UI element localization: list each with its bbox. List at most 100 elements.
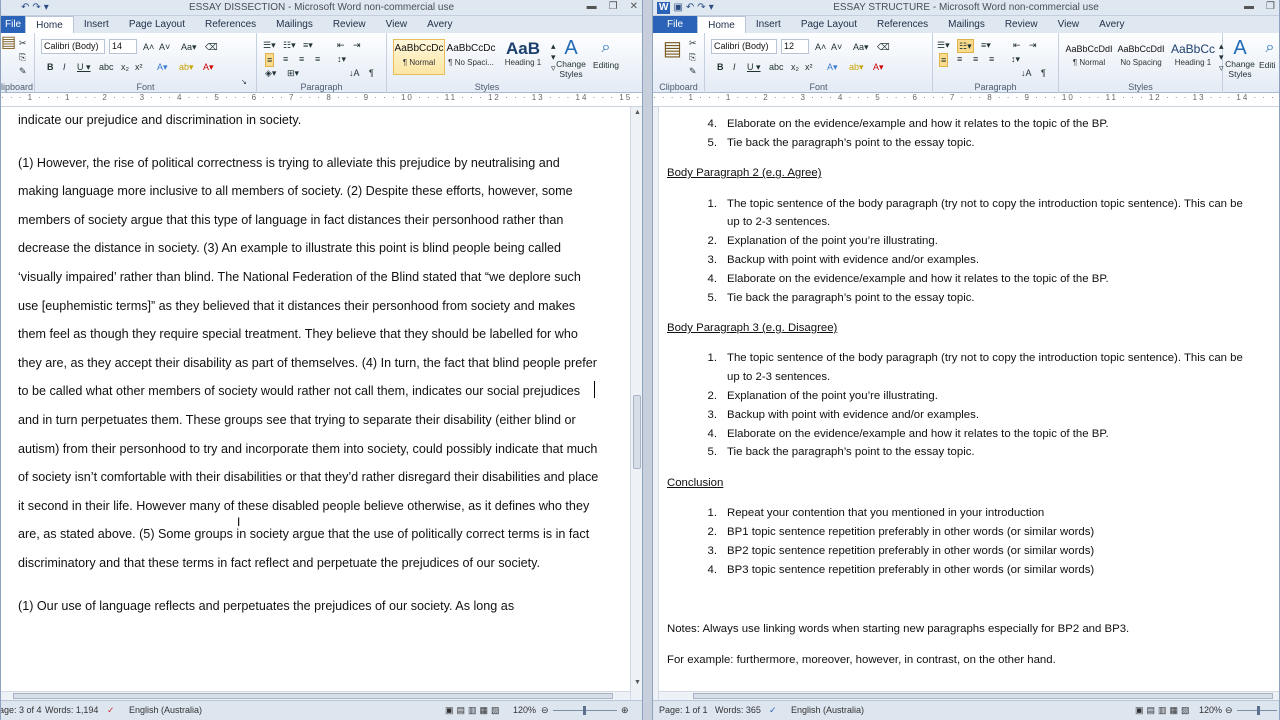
vertical-scrollbar[interactable]: ▲ ▼ [630, 107, 642, 700]
minimize-icon[interactable]: ▬ [1244, 1, 1254, 13]
shrink-font-icon[interactable]: A˅ [831, 41, 842, 53]
tab-mailings[interactable]: Mailings [938, 16, 995, 33]
multilevel-list-icon[interactable]: ≡▾ [303, 39, 313, 51]
change-case-icon[interactable]: Aa▾ [853, 41, 869, 53]
bullets-icon[interactable]: ☰▾ [937, 39, 950, 51]
text-effects-icon[interactable]: A▾ [827, 61, 838, 73]
minimize-icon[interactable]: ▬ [587, 1, 597, 13]
copy-icon[interactable]: ⎘ [689, 51, 696, 63]
font-color-icon[interactable]: A▾ [873, 61, 884, 73]
justify-icon[interactable]: ≡ [315, 53, 320, 65]
font-color-icon[interactable]: A▾ [203, 61, 214, 73]
increase-indent-icon[interactable]: ⇥ [353, 39, 361, 51]
increase-indent-icon[interactable]: ⇥ [1029, 39, 1037, 51]
tab-page-layout[interactable]: Page Layout [791, 16, 867, 33]
sort-icon[interactable]: ↓A [1021, 67, 1032, 79]
zoom-out-icon[interactable]: ⊖ [541, 705, 549, 716]
zoom-level[interactable]: 120% [1199, 705, 1222, 715]
change-case-icon[interactable]: Aa▾ [181, 41, 197, 53]
subscript-icon[interactable]: x₂ [791, 61, 799, 73]
style-heading-1[interactable]: AaB Heading 1 [497, 39, 549, 75]
bullets-icon[interactable]: ☰▾ [263, 39, 276, 51]
proofing-icon[interactable]: ✓ [107, 705, 115, 716]
align-right-icon[interactable]: ≡ [299, 53, 304, 65]
tab-review[interactable]: Review [323, 16, 376, 33]
italic-icon[interactable]: I [63, 61, 66, 73]
italic-icon[interactable]: I [733, 61, 736, 73]
grow-font-icon[interactable]: A˄ [815, 41, 826, 53]
cut-icon[interactable]: ✂ [689, 37, 697, 49]
align-center-icon[interactable]: ≡ [283, 53, 288, 65]
underline-icon[interactable]: U ▾ [77, 61, 91, 73]
zoom-in-icon[interactable]: ⊕ [621, 705, 629, 716]
font-name-select[interactable]: Calibri (Body) [711, 39, 777, 54]
align-left-icon[interactable]: ≡ [265, 53, 275, 67]
document-area[interactable]: 4. Elaborate on the evidence/example and … [659, 107, 1279, 700]
editing-button[interactable]: ⌕ Editi [1259, 37, 1279, 71]
tab-avery[interactable]: Avery [417, 16, 462, 33]
zoom-level[interactable]: 120% [513, 705, 536, 715]
borders-icon[interactable]: ⊞▾ [287, 67, 299, 79]
tab-mailings[interactable]: Mailings [266, 16, 323, 33]
pilcrow-icon[interactable]: ¶ [1041, 67, 1046, 79]
tab-references[interactable]: References [867, 16, 938, 33]
style-no-spacing[interactable]: AaBbCcDdI No Spacing [1115, 39, 1167, 75]
superscript-icon[interactable]: x² [805, 61, 813, 73]
horizontal-scrollbar[interactable] [1, 691, 630, 700]
tab-view[interactable]: View [1048, 16, 1090, 33]
pilcrow-icon[interactable]: ¶ [369, 67, 374, 79]
bold-icon[interactable]: B [47, 61, 54, 73]
tab-home[interactable]: Home [25, 16, 74, 33]
scroll-thumb[interactable] [633, 395, 641, 469]
paste-icon[interactable]: ▤ [1, 35, 16, 51]
cut-icon[interactable]: ✂ [19, 37, 27, 49]
multilevel-list-icon[interactable]: ≡▾ [981, 39, 991, 51]
horizontal-ruler[interactable]: · · · 1 · · · 1 · · · 2 · · · 3 · · · 4 … [1, 93, 642, 107]
font-size-select[interactable]: 12 [781, 39, 809, 54]
view-buttons[interactable]: ▣▤▥▦▧ [445, 705, 503, 716]
proofing-icon[interactable]: ✓ [769, 705, 777, 716]
copy-icon[interactable]: ⎘ [19, 51, 26, 63]
scroll-up-icon[interactable]: ▲ [631, 109, 642, 116]
horizontal-ruler[interactable]: · · · · 1 · · · 1 · · · 2 · · · 3 · · · … [653, 93, 1279, 107]
align-left-icon[interactable]: ≡ [939, 53, 949, 67]
page-count[interactable]: Page: 3 of 4 [1, 705, 42, 715]
view-buttons[interactable]: ▣▤▥▦▧ [1135, 705, 1193, 716]
close-icon[interactable]: ✕ [630, 1, 638, 13]
style-heading-1[interactable]: AaBbCc Heading 1 [1167, 39, 1219, 75]
superscript-icon[interactable]: x² [135, 61, 143, 73]
justify-icon[interactable]: ≡ [989, 53, 994, 65]
bold-icon[interactable]: B [717, 61, 724, 73]
tab-insert[interactable]: Insert [746, 16, 791, 33]
change-styles-button[interactable]: A Change Styles [553, 37, 589, 79]
tab-avery[interactable]: Avery [1089, 16, 1134, 33]
clear-format-icon[interactable]: ⌫ [205, 41, 218, 53]
strikethrough-icon[interactable]: abc [769, 61, 784, 73]
style-normal[interactable]: AaBbCcDc ¶ Normal [393, 39, 445, 75]
zoom-slider-thumb[interactable] [583, 706, 586, 715]
document-area[interactable]: indicate our prejudice and discriminatio… [1, 107, 630, 700]
decrease-indent-icon[interactable]: ⇤ [337, 39, 345, 51]
tab-file[interactable]: File [653, 16, 698, 33]
numbering-icon[interactable]: ☷▾ [283, 39, 296, 51]
zoom-slider-thumb[interactable] [1257, 706, 1260, 715]
tab-review[interactable]: Review [995, 16, 1048, 33]
maximize-icon[interactable]: ❐ [1266, 1, 1275, 13]
tab-page-layout[interactable]: Page Layout [119, 16, 195, 33]
tab-view[interactable]: View [376, 16, 418, 33]
highlight-icon[interactable]: ab▾ [179, 61, 194, 73]
text-effects-icon[interactable]: A▾ [157, 61, 168, 73]
subscript-icon[interactable]: x₂ [121, 61, 129, 73]
highlight-icon[interactable]: ab▾ [849, 61, 864, 73]
hscroll-thumb[interactable] [13, 693, 613, 699]
clear-format-icon[interactable]: ⌫ [877, 41, 890, 53]
page-count[interactable]: Page: 1 of 1 [659, 705, 708, 715]
tab-insert[interactable]: Insert [74, 16, 119, 33]
maximize-icon[interactable]: ❐ [609, 1, 618, 13]
underline-icon[interactable]: U ▾ [747, 61, 761, 73]
scroll-down-icon[interactable]: ▼ [631, 679, 642, 686]
style-normal[interactable]: AaBbCcDdI ¶ Normal [1063, 39, 1115, 75]
decrease-indent-icon[interactable]: ⇤ [1013, 39, 1021, 51]
format-painter-icon[interactable]: ✎ [689, 65, 697, 77]
horizontal-scrollbar[interactable] [659, 691, 1279, 700]
